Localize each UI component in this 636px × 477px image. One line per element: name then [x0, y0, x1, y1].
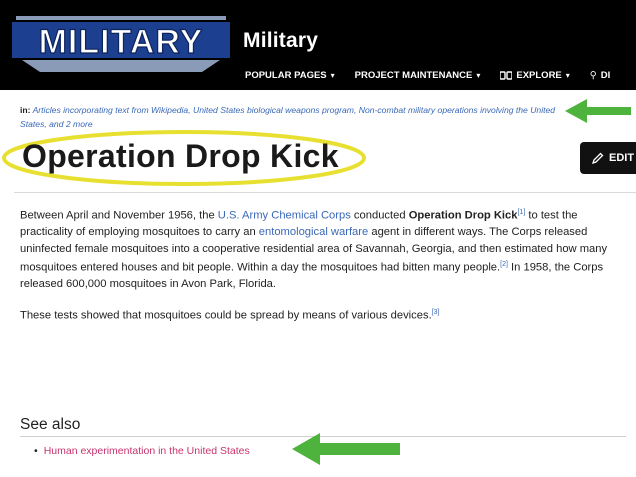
- nav-label: POPULAR PAGES: [245, 70, 327, 81]
- text: conducted: [350, 209, 409, 222]
- logo-text: MILITARY: [39, 23, 204, 61]
- nav-project-maintenance[interactable]: PROJECT MAINTENANCE ▾: [355, 70, 481, 81]
- explore-icon: [500, 71, 513, 80]
- chat-icon: ⚲: [589, 70, 597, 81]
- edit-button[interactable]: EDIT: [580, 142, 636, 174]
- bullet: •: [34, 445, 38, 457]
- article-body: Between April and November 1956, the U.S…: [20, 205, 628, 336]
- category-bar: in: Articles incorporating text from Wik…: [20, 103, 580, 131]
- nav-explore[interactable]: EXPLORE ▾: [500, 70, 570, 81]
- category-link[interactable]: United States biological weapons program…: [193, 105, 356, 115]
- link-army-chemical-corps[interactable]: U.S. Army Chemical Corps: [218, 210, 351, 222]
- see-also-heading: See also: [20, 416, 81, 433]
- top-nav: POPULAR PAGES ▾ PROJECT MAINTENANCE ▾ EX…: [245, 70, 630, 81]
- nav-label: PROJECT MAINTENANCE: [354, 70, 473, 81]
- paragraph: Between April and November 1956, the U.S…: [20, 205, 628, 293]
- page-title: Operation Drop Kick: [22, 138, 339, 174]
- arrow-annotation-icon: [565, 99, 631, 123]
- see-also-link[interactable]: Human experimentation in the United Stat…: [44, 445, 250, 457]
- bold-term: Operation Drop Kick: [408, 209, 518, 222]
- pencil-icon: [592, 152, 604, 164]
- nav-discuss[interactable]: ⚲ DI: [590, 70, 610, 81]
- chevron-down-icon: ▾: [565, 71, 570, 80]
- reference[interactable]: [2]: [500, 261, 508, 268]
- nav-label: EXPLORE: [516, 70, 562, 81]
- see-also-list: • Human experimentation in the United Sta…: [34, 445, 250, 457]
- link-entomological-warfare[interactable]: entomological warfare: [259, 226, 368, 238]
- nav-popular-pages[interactable]: POPULAR PAGES ▾: [245, 70, 335, 81]
- chevron-down-icon: ▾: [330, 71, 335, 80]
- category-link[interactable]: Articles incorporating text from Wikiped…: [33, 105, 191, 115]
- reference[interactable]: [3]: [432, 309, 440, 316]
- edit-label: EDIT: [609, 152, 635, 164]
- category-prefix: in:: [20, 105, 31, 115]
- title-divider: [14, 192, 636, 193]
- site-header: MILITARY Military POPULAR PAGES ▾ PROJEC…: [0, 0, 636, 90]
- chevron-down-icon: ▾: [476, 71, 481, 80]
- text: These tests showed that mosquitoes could…: [20, 309, 432, 322]
- military-logo[interactable]: MILITARY: [12, 14, 230, 74]
- site-title[interactable]: Military: [243, 29, 318, 53]
- text: Between April and November 1956, the: [20, 209, 218, 222]
- arrow-annotation-icon: [292, 433, 400, 465]
- nav-label: DI: [600, 70, 611, 81]
- paragraph: These tests showed that mosquitoes could…: [20, 305, 628, 324]
